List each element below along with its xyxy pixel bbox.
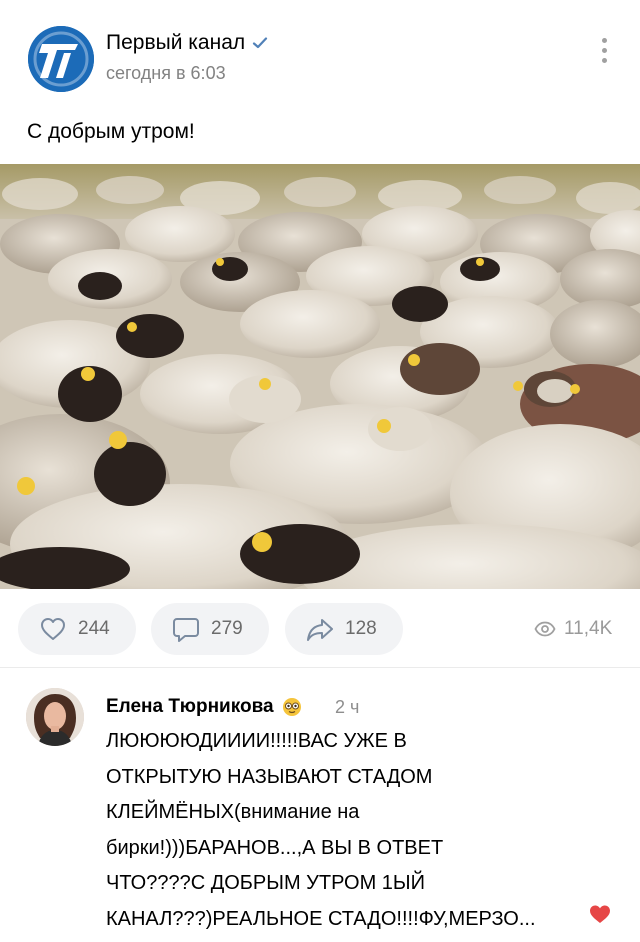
avatar[interactable] (26, 688, 84, 746)
like-icon (41, 618, 65, 640)
share-icon (307, 619, 333, 641)
comments-count: 279 (211, 618, 243, 639)
divider (0, 667, 640, 668)
views-count: 11,4K (564, 618, 613, 639)
post-header: Первый канал сегодня в 6:03 (0, 0, 640, 100)
shares-count: 128 (345, 618, 377, 639)
comment-author[interactable]: Елена Тюрникова (106, 696, 302, 718)
comment-text: ЛЮЮЮЮДИИИИ!!!!!ВАС УЖЕ В ОТКРЫТУЮ НАЗЫВА… (106, 730, 536, 930)
channel-name[interactable]: Первый канал (106, 31, 269, 55)
comment-author-name[interactable]: Елена Тюрникова (106, 696, 274, 718)
comment-icon (173, 618, 199, 642)
channel-logo[interactable] (28, 26, 94, 92)
comment-time: 2 ч (335, 697, 360, 717)
likes-count: 244 (78, 618, 110, 639)
post-photo[interactable] (0, 164, 640, 589)
views-counter: 11,4K (534, 618, 612, 640)
channel-name-text[interactable]: Первый канал (106, 31, 245, 55)
share-button[interactable]: 128 (285, 603, 403, 655)
heart-icon[interactable] (588, 902, 612, 926)
like-button[interactable]: 244 (18, 603, 136, 655)
post-actions: 244 279 128 11,4K (0, 600, 640, 658)
comment-item: Елена Тюрникова 2 ч ЛЮЮЮЮДИИИИ!!!!!ВАС У… (0, 680, 640, 942)
emoji-icon (282, 698, 301, 716)
post-text: С добрым утром! (27, 120, 195, 143)
post-time: сегодня в 6:03 (106, 63, 226, 83)
verified-icon (253, 37, 268, 49)
comment-button[interactable]: 279 (151, 603, 269, 655)
views-icon (534, 621, 556, 637)
more-icon[interactable] (592, 32, 616, 68)
